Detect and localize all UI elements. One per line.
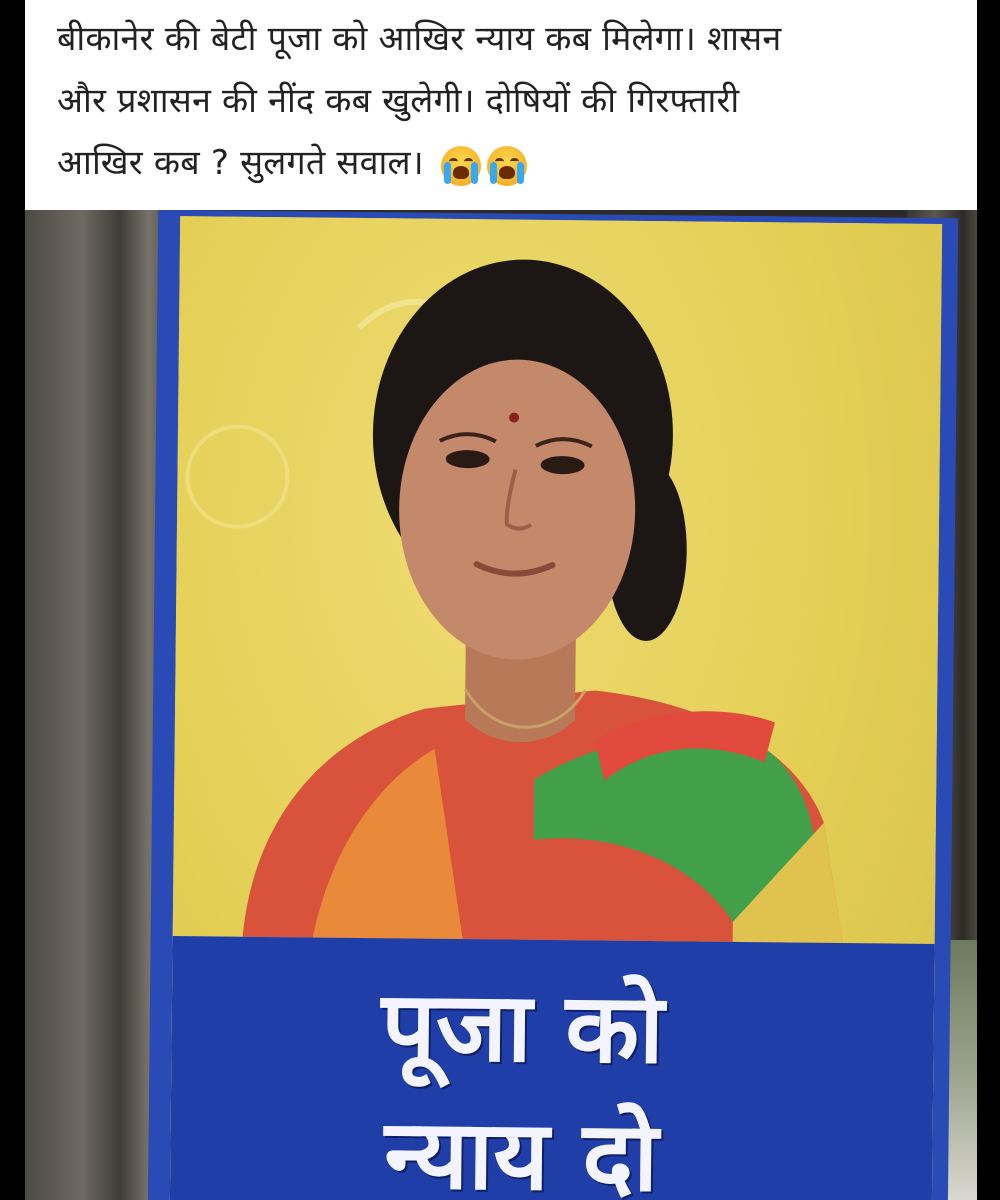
banner-text: पूजा को न्याय दो bbox=[170, 960, 875, 1200]
post-frame: बीकानेर की बेटी पूजा को आखिर न्याय कब मि… bbox=[25, 0, 977, 1200]
emoji-group bbox=[440, 134, 533, 196]
poster-inner: पूजा को न्याय दो bbox=[169, 216, 943, 1200]
banner-line-1: पूजा को bbox=[380, 970, 665, 1086]
post-photo: पूजा को न्याय दो bbox=[25, 210, 977, 1200]
poster-banner: पूजा को न्याय दो bbox=[169, 936, 935, 1200]
post-caption: बीकानेर की बेटी पूजा को आखिर न्याय कब मि… bbox=[25, 0, 977, 210]
woman-portrait bbox=[185, 259, 843, 944]
crying-face-icon bbox=[486, 146, 527, 186]
caption-line-3-text: आखिर कब ? सुलगते सवाल। bbox=[57, 143, 424, 183]
banner-line-2: न्याय दो bbox=[383, 1098, 659, 1200]
caption-line-2: और प्रशासन की नींद कब खुलेगी। दोषियों की… bbox=[57, 81, 740, 121]
caption-line-3: आखिर कब ? सुलगते सवाल। bbox=[57, 132, 957, 196]
crying-face-icon bbox=[440, 146, 481, 186]
caption-line-1: बीकानेर की बेटी पूजा को आखिर न्याय कब मि… bbox=[57, 19, 782, 59]
justice-poster: पूजा को न्याय दो bbox=[147, 210, 959, 1200]
caption-text: बीकानेर की बेटी पूजा को आखिर न्याय कब मि… bbox=[57, 8, 957, 196]
